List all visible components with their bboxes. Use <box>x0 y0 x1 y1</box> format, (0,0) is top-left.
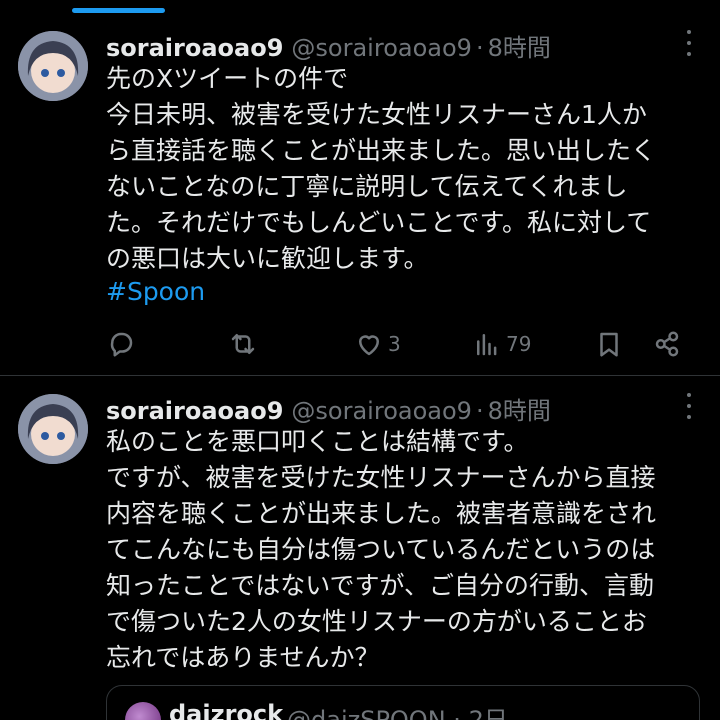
views-button[interactable]: 79 <box>472 326 531 362</box>
display-name[interactable]: sorairoaoao9 <box>106 34 283 62</box>
quoted-tweet[interactable]: daizrock @daizSPOON · 2日 <box>106 685 700 720</box>
retweet-button[interactable] <box>228 326 258 362</box>
more-icon[interactable] <box>684 30 694 56</box>
quoted-timestamp: 2日 <box>468 706 508 720</box>
quoted-meta: @daizSPOON · 2日 <box>287 700 508 720</box>
tweet-text-line: で傷ついた2人の女性リスナーの方がいることお <box>106 607 647 636</box>
user-handle[interactable]: @sorairoaoao9 <box>291 397 472 425</box>
timestamp[interactable]: 8時間 <box>488 28 551 63</box>
hashtag-link[interactable]: #Spoon <box>106 277 205 306</box>
heart-icon <box>359 335 379 356</box>
timestamp[interactable]: 8時間 <box>488 391 551 426</box>
user-handle[interactable]: @sorairoaoao9 <box>291 34 472 62</box>
tweet-text-line: の悪口は大いに歓迎します。 <box>106 244 429 273</box>
tweet-text-line: ないことなのに丁寧に説明して伝えてくれまし <box>106 172 628 201</box>
quoted-avatar <box>125 702 161 720</box>
tweet-text-line: ら直接話を聴くことが出来ました。思い出したく <box>106 136 657 165</box>
reply-button[interactable] <box>106 326 136 362</box>
separator-dot: · <box>453 706 461 720</box>
tweet-text-line: 忘れではありませんか？ <box>106 643 380 672</box>
tweet-text-line: た。それだけでもしんどいことです。私に対して <box>106 208 652 237</box>
tweet-text-line: 先のXツイートの件で <box>106 64 349 93</box>
tweet-text-line: 知ったことではないですが、ご自分の行動、言動 <box>106 571 655 600</box>
avatar[interactable] <box>18 31 88 101</box>
share-icon <box>655 331 679 357</box>
like-button[interactable]: 3 <box>354 326 401 362</box>
tweet-text-line: ですが、被害を受けた女性リスナーさんから直接 <box>106 463 656 492</box>
tab-indicator <box>72 8 165 13</box>
tweet-text-line: 今日未明、被害を受けた女性リスナーさん1人か <box>106 100 647 129</box>
tweet-text-line: 内容を聴くことが出来ました。被害者意識をされ <box>106 499 657 528</box>
retweet-icon <box>231 334 255 354</box>
separator-dot: · <box>475 397 484 425</box>
tweet-text-line: てこんなにも自分は傷ついているんだというのは <box>106 535 656 564</box>
bookmark-icon <box>600 332 618 357</box>
views-count: 79 <box>506 332 532 356</box>
share-button[interactable] <box>652 326 682 362</box>
action-bar: 3 79 <box>106 326 686 362</box>
display-name[interactable]: sorairoaoao9 <box>106 397 283 425</box>
tweet-text: 私のことを悪口叩くことは結構です。 ですが、被害を受けた女性リスナーさんから直接… <box>106 424 706 676</box>
tweet[interactable]: sorairoaoao9 @sorairoaoao9 · 8時間 先のXツイート… <box>0 14 720 376</box>
quoted-display-name: daizrock <box>169 700 284 720</box>
tweet-header: sorairoaoao9 @sorairoaoao9 · 8時間 <box>106 391 700 425</box>
like-count: 3 <box>388 332 401 356</box>
separator-dot: · <box>475 34 484 62</box>
quoted-handle: @daizSPOON <box>287 706 446 720</box>
tweet-text-line: 私のことを悪口叩くことは結構です。 <box>106 427 529 456</box>
tweet[interactable]: sorairoaoao9 @sorairoaoao9 · 8時間 私のことを悪口… <box>0 377 720 720</box>
bookmark-button[interactable] <box>594 326 624 362</box>
avatar[interactable] <box>18 394 88 464</box>
tweet-header: sorairoaoao9 @sorairoaoao9 · 8時間 <box>106 28 700 62</box>
reply-icon <box>110 332 133 357</box>
tweet-text: 先のXツイートの件で 今日未明、被害を受けた女性リスナーさん1人か ら直接話を聴… <box>106 61 706 277</box>
more-icon[interactable] <box>684 393 694 419</box>
views-icon <box>477 334 497 356</box>
